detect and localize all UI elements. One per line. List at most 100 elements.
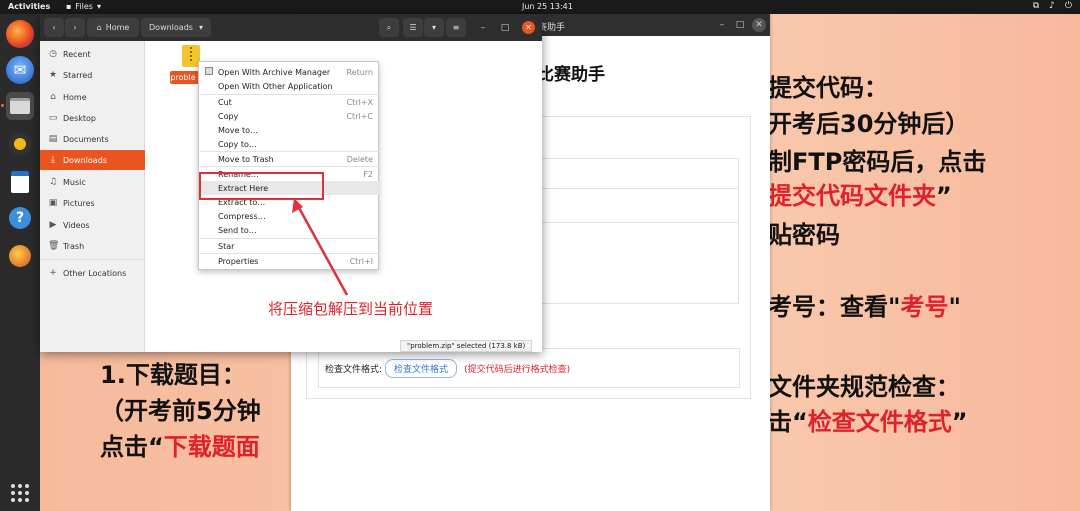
menu-item-cut[interactable]: Cut Ctrl+X (200, 95, 379, 109)
power-icon[interactable]: ⏻ (1065, 1, 1072, 11)
search-icon[interactable]: ⌕ (379, 18, 399, 37)
close-icon[interactable]: ✕ (522, 21, 535, 34)
assistant-heading: 比赛助手 (537, 65, 605, 85)
clock[interactable]: Jun 25 13:41 (522, 2, 573, 11)
sidebar-item-starred[interactable]: ★ Starred (40, 65, 145, 85)
sidebar-item-recent[interactable]: ◷ Recent (40, 44, 145, 64)
divider (541, 222, 739, 223)
show-apps-icon[interactable] (11, 484, 29, 502)
path-home-label: Home (105, 23, 130, 32)
slide-line-right-4: 提交代码文件夹” (768, 182, 952, 210)
menu-item-star[interactable]: Star (200, 239, 379, 253)
menu-item-properties[interactable]: Properties Ctrl+I (200, 254, 379, 268)
annotation-highlight-box (199, 172, 324, 200)
help-icon[interactable]: ? (6, 204, 34, 232)
check-format-label: 检查文件格式: (325, 364, 383, 375)
trash-icon: 🗑 (48, 241, 60, 251)
system-tray[interactable]: ⧉ ♪ ⏻ (1033, 1, 1072, 11)
maximize-icon[interactable]: □ (498, 18, 512, 37)
slide-line-right-2: 开考后30分钟后） (768, 110, 970, 138)
home-icon: ⌂ (96, 23, 102, 32)
sidebar-item-documents[interactable]: ▤ Documents (40, 129, 145, 149)
dock: ✉ ? (0, 14, 40, 511)
slide-line-right-1: 提交代码： (768, 74, 888, 102)
slide-line-right-6: 考号：查看"考号" (768, 293, 962, 321)
rhythmbox-icon[interactable] (6, 130, 34, 158)
annotation-text: 将压缩包解压到当前位置 (268, 300, 434, 318)
path-home-button[interactable]: ⌂ Home (87, 18, 139, 37)
app-menu-label: Files (75, 2, 93, 11)
plus-icon: + (49, 268, 57, 278)
menu-item-copy-to[interactable]: Copy to… (200, 137, 379, 151)
thunderbird-icon[interactable]: ✉ (6, 56, 34, 84)
running-indicator (1, 104, 4, 107)
sidebar-item-videos[interactable]: ▶ Videos (40, 215, 145, 235)
check-format-button[interactable]: 检查文件格式 (385, 358, 458, 378)
slide-line-left-1: 1.下载题目： (100, 361, 246, 389)
app-icon[interactable] (6, 242, 34, 270)
check-format-hint: (提交代码后进行格式检查) (464, 364, 571, 375)
minimize-icon[interactable]: – (476, 18, 490, 37)
assistant-title: 赛助手 (538, 23, 566, 33)
volume-icon[interactable]: ♪ (1049, 1, 1055, 11)
slide-line-right-7: 文件夹规范检查： (768, 373, 960, 401)
slide-line-right-5: 贴密码 (768, 221, 840, 249)
chevron-down-icon[interactable]: ▾ (424, 18, 444, 37)
video-icon: ▶ (49, 220, 57, 230)
sidebar-item-home[interactable]: ⌂ Home (40, 87, 145, 107)
folder-icon (10, 98, 30, 114)
close-icon[interactable]: ✕ (752, 18, 766, 32)
desktop-icon: ▭ (48, 113, 58, 123)
menu-item-move-to[interactable]: Move to… (200, 123, 379, 137)
maximize-icon[interactable]: □ (733, 18, 747, 32)
menu-icon[interactable]: ≡ (446, 18, 466, 37)
network-icon[interactable]: ⧉ (1033, 1, 1039, 11)
slide-line-right-8: 击“检查文件格式” (768, 408, 968, 436)
sidebar-item-downloads[interactable]: ⤓ Downloads (40, 150, 145, 170)
menu-item-open-archive-manager[interactable]: Open With Archive Manager Return (200, 65, 379, 79)
minimize-icon[interactable]: – (715, 18, 729, 32)
menu-item-compress[interactable]: Compress… (200, 209, 379, 223)
sidebar-divider (40, 259, 145, 260)
picture-icon: ▣ (48, 198, 58, 208)
slide-line-right-3: 制FTP密码后，点击 (768, 148, 987, 176)
selection-status: "problem.zip" selected (173.8 kB) (400, 340, 533, 352)
sidebar-item-desktop[interactable]: ▭ Desktop (40, 108, 145, 128)
menu-item-send-to[interactable]: Send to… (200, 223, 379, 237)
menu-item-move-to-trash[interactable]: Move to Trash Delete (200, 152, 379, 166)
sidebar-item-pictures[interactable]: ▣ Pictures (40, 193, 145, 213)
writer-icon[interactable] (6, 168, 34, 196)
home-icon: ⌂ (50, 92, 56, 102)
firefox-icon[interactable] (6, 20, 34, 48)
places-sidebar: ◷ Recent ★ Starred ⌂ Home ▭ Desktop ▤ Do… (40, 41, 145, 352)
sidebar-item-trash[interactable]: 🗑 Trash (40, 236, 145, 256)
back-icon[interactable]: ‹ (44, 18, 64, 37)
star-icon: ★ (48, 70, 58, 80)
slide-line-left-3: 点击“下载题面 (100, 433, 260, 461)
menu-item-open-other-app[interactable]: Open With Other Application (200, 79, 379, 93)
view-options-icon[interactable]: ☰ (403, 18, 423, 37)
download-icon: ⤓ (51, 155, 55, 165)
check-format-row: 检查文件格式: 检查文件格式 (提交代码后进行格式检查) (318, 348, 740, 388)
divider (541, 188, 739, 189)
assistant-form-box (541, 158, 739, 304)
menu-item-copy[interactable]: Copy Ctrl+C (200, 109, 379, 123)
clock-icon: ◷ (49, 49, 57, 59)
path-downloads-button[interactable]: Downloads ▾ (141, 18, 211, 37)
app-menu[interactable]: ▪ Files ▾ (66, 2, 101, 11)
forward-icon[interactable]: › (65, 18, 85, 37)
chevron-down-icon: ▾ (96, 2, 101, 11)
document-icon: ▤ (48, 134, 58, 144)
top-bar: Activities ▪ Files ▾ Jun 25 13:41 ⧉ ♪ ⏻ (0, 0, 1080, 14)
path-downloads-label: Downloads (149, 23, 193, 32)
context-menu: Open With Archive Manager Return Open Wit… (198, 61, 379, 270)
files-app-icon: ▪ (66, 2, 72, 11)
files-headerbar[interactable]: ‹ › ⌂ Home Downloads ▾ ⌕ ☰ ▾ ≡ – □ ✕ (40, 14, 542, 41)
sidebar-item-music[interactable]: ♫ Music (40, 172, 145, 192)
slide-line-left-2: （开考前5分钟 (100, 397, 261, 425)
music-icon: ♫ (48, 177, 58, 187)
activities-button[interactable]: Activities (8, 2, 50, 11)
files-icon[interactable] (6, 92, 34, 120)
chevron-down-icon: ▾ (198, 23, 203, 32)
sidebar-item-other-locations[interactable]: + Other Locations (40, 263, 145, 283)
